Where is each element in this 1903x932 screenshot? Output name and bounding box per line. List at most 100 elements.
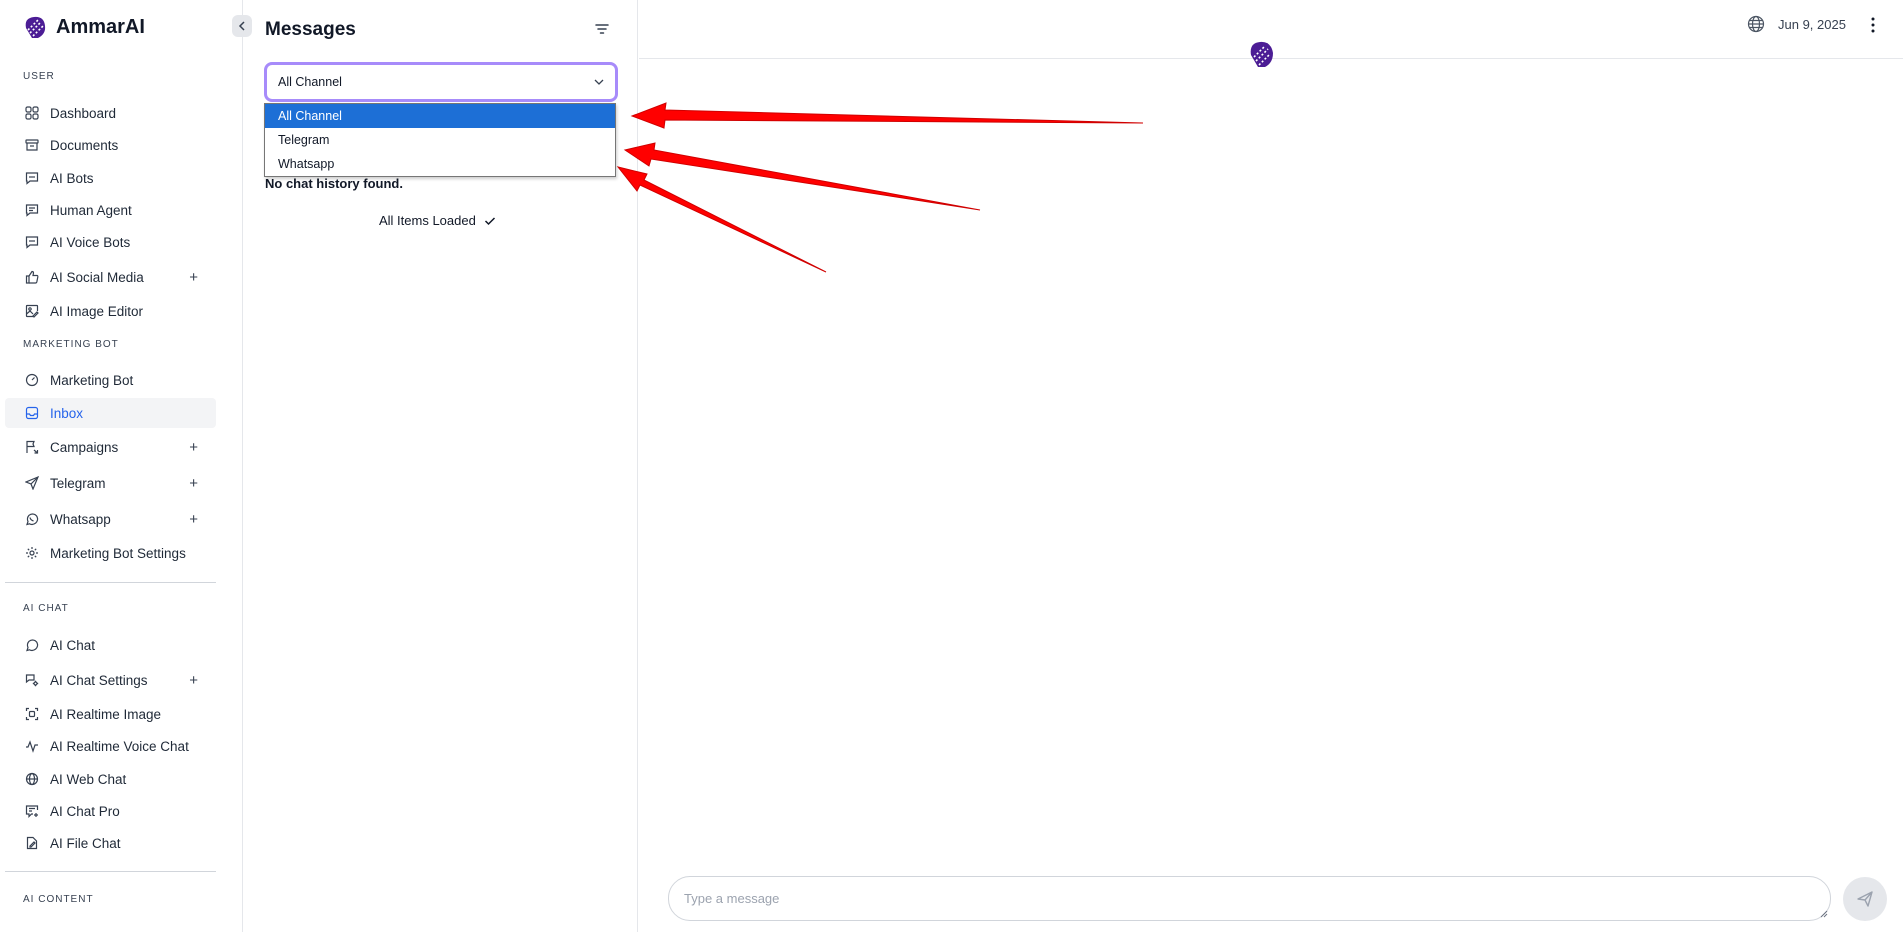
- file-edit-icon: [24, 835, 40, 851]
- send-icon: [1857, 891, 1873, 907]
- sidebar-item-dashboard[interactable]: Dashboard: [5, 98, 216, 128]
- sidebar: AmmarAI USER Dashboard Documents AI Bots…: [0, 0, 243, 932]
- settings-icon: [24, 545, 40, 561]
- header-date: Jun 9, 2025: [1778, 17, 1846, 32]
- globe-icon: [24, 771, 40, 787]
- sidebar-item-label: Marketing Bot: [50, 372, 134, 388]
- section-label-marketing: MARKETING BOT: [23, 339, 119, 350]
- sidebar-item-label: Inbox: [50, 405, 84, 421]
- sidebar-item-label: AI Realtime Image: [50, 706, 162, 722]
- expand-plus-icon[interactable]: +: [189, 511, 198, 528]
- sidebar-item-ai-web-chat[interactable]: AI Web Chat: [5, 764, 216, 794]
- messages-panel: Messages All Channel All Channel Telegra…: [243, 0, 638, 932]
- sidebar-item-ai-bots[interactable]: AI Bots: [5, 163, 216, 193]
- section-label-ai-content: AI CONTENT: [23, 894, 94, 905]
- expand-plus-icon[interactable]: +: [189, 269, 198, 286]
- chat-square-icon: [24, 234, 40, 250]
- image-edit-icon: [24, 303, 40, 319]
- brand-logo-icon: [25, 16, 46, 38]
- sidebar-item-ai-file-chat[interactable]: AI File Chat: [5, 828, 216, 858]
- sidebar-item-label: Dashboard: [50, 105, 117, 121]
- filter-icon[interactable]: [593, 20, 611, 38]
- expand-plus-icon[interactable]: +: [189, 475, 198, 492]
- brand[interactable]: AmmarAI: [22, 12, 145, 42]
- archive-icon: [24, 137, 40, 153]
- chevron-left-icon: [238, 21, 245, 31]
- chevron-down-icon: [594, 79, 604, 85]
- sidebar-item-ai-chat-pro[interactable]: AI Chat Pro: [5, 796, 216, 826]
- sidebar-divider: [5, 871, 216, 872]
- grid-icon: [24, 105, 40, 121]
- sidebar-divider: [5, 582, 216, 583]
- chat-settings-icon: [24, 672, 40, 688]
- sidebar-item-label: Marketing Bot Settings: [50, 545, 186, 561]
- brand-logo-icon: [1250, 41, 1273, 67]
- chat-square-icon: [24, 170, 40, 186]
- wave-icon: [24, 738, 40, 754]
- sidebar-item-label: AI Voice Bots: [50, 234, 131, 250]
- sidebar-item-label: AI Chat Pro: [50, 803, 120, 819]
- sidebar-item-marketing-bot-settings[interactable]: Marketing Bot Settings: [5, 538, 216, 568]
- sidebar-item-ai-voice-bots[interactable]: AI Voice Bots: [5, 227, 216, 257]
- sidebar-item-marketing-bot[interactable]: Marketing Bot: [5, 365, 216, 395]
- message-input-placeholder: Type a message: [684, 891, 780, 906]
- sidebar-item-label: AI Image Editor: [50, 303, 144, 319]
- sidebar-item-inbox[interactable]: Inbox: [5, 398, 216, 428]
- sidebar-item-label: AI Web Chat: [50, 771, 127, 787]
- sidebar-item-label: AI File Chat: [50, 835, 121, 851]
- sidebar-item-ai-image-editor[interactable]: AI Image Editor: [5, 296, 216, 326]
- sidebar-item-label: Documents: [50, 137, 119, 153]
- chat-lines-icon: [24, 202, 40, 218]
- message-input[interactable]: Type a message: [668, 876, 1831, 921]
- empty-state-text: No chat history found.: [265, 176, 403, 191]
- inbox-icon: [24, 405, 40, 421]
- sidebar-item-ai-realtime-image[interactable]: AI Realtime Image: [5, 699, 216, 729]
- sidebar-item-ai-chat[interactable]: AI Chat: [5, 630, 216, 660]
- check-icon: [484, 216, 495, 225]
- sidebar-item-label: Campaigns: [50, 439, 119, 455]
- sidebar-item-documents[interactable]: Documents: [5, 130, 216, 160]
- sidebar-item-label: AI Bots: [50, 170, 94, 186]
- section-label-user: USER: [23, 71, 55, 82]
- sidebar-item-human-agent[interactable]: Human Agent: [5, 195, 216, 225]
- messages-title: Messages: [265, 19, 356, 40]
- send-button[interactable]: [1843, 877, 1887, 921]
- chat-plus-icon: [24, 803, 40, 819]
- sidebar-item-label: Whatsapp: [50, 511, 111, 527]
- thumbs-up-icon: [24, 269, 40, 285]
- whatsapp-icon: [24, 511, 40, 527]
- sidebar-item-label: AI Realtime Voice Chat: [50, 738, 189, 754]
- chat-main-area: Jun 9, 2025 Type a message: [639, 0, 1903, 932]
- section-label-ai-chat: AI CHAT: [23, 603, 69, 614]
- collapse-sidebar-button[interactable]: [232, 15, 252, 37]
- channel-select-value: All Channel: [278, 75, 342, 89]
- expand-plus-icon[interactable]: +: [189, 672, 198, 689]
- channel-option-whatsapp[interactable]: Whatsapp: [265, 152, 615, 176]
- gauge-icon: [24, 372, 40, 388]
- flag-icon: [24, 439, 40, 455]
- resize-grip-icon[interactable]: [1820, 910, 1828, 918]
- channel-option-all[interactable]: All Channel: [265, 104, 615, 128]
- chat-bubble-icon: [24, 637, 40, 653]
- sidebar-item-label: Human Agent: [50, 202, 132, 218]
- brand-name: AmmarAI: [56, 15, 145, 38]
- expand-plus-icon[interactable]: +: [189, 439, 198, 456]
- more-vertical-icon[interactable]: [1870, 16, 1876, 34]
- sidebar-item-telegram[interactable]: Telegram +: [5, 468, 216, 498]
- sidebar-item-ai-social-media[interactable]: AI Social Media +: [5, 262, 216, 292]
- channel-option-telegram[interactable]: Telegram: [265, 128, 615, 152]
- image-scan-icon: [24, 706, 40, 722]
- channel-select[interactable]: All Channel: [264, 62, 618, 102]
- globe-icon[interactable]: [1747, 15, 1765, 33]
- send-icon: [24, 475, 40, 491]
- sidebar-item-label: AI Chat Settings: [50, 672, 148, 688]
- sidebar-item-label: AI Chat: [50, 637, 96, 653]
- all-items-loaded-label: All Items Loaded: [379, 213, 476, 228]
- sidebar-item-campaigns[interactable]: Campaigns +: [5, 432, 216, 462]
- sidebar-item-label: AI Social Media: [50, 269, 144, 285]
- sidebar-item-ai-chat-settings[interactable]: AI Chat Settings +: [5, 665, 216, 695]
- all-items-loaded: All Items Loaded: [379, 213, 496, 228]
- sidebar-item-ai-realtime-voice-chat[interactable]: AI Realtime Voice Chat: [5, 731, 216, 761]
- sidebar-item-label: Telegram: [50, 475, 106, 491]
- sidebar-item-whatsapp[interactable]: Whatsapp +: [5, 504, 216, 534]
